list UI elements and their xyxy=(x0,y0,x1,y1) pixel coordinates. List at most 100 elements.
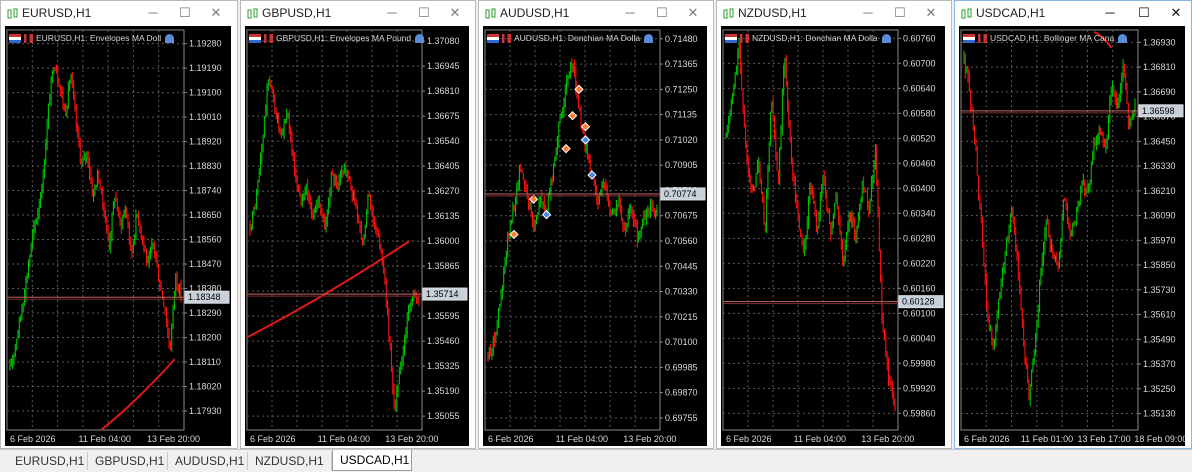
price-label: 1.19190 xyxy=(189,63,222,73)
time-label: 13 Feb 20:00 xyxy=(861,434,914,444)
graduation-cap-icon xyxy=(881,34,891,44)
tab-gbpusd[interactable]: GBPUSD,H1 xyxy=(88,452,168,470)
window-title: USDCAD,H1 xyxy=(976,6,1046,20)
current-price-label: 1.35714 xyxy=(426,289,459,299)
price-label: 1.36690 xyxy=(1143,87,1176,97)
tab-nzdusd[interactable]: NZDUSD,H1 xyxy=(248,452,332,470)
sell-arrow-marker xyxy=(567,111,578,121)
price-label: 0.60460 xyxy=(903,158,936,168)
buy-arrow-marker xyxy=(580,135,591,145)
maximize-button[interactable]: ☐ xyxy=(415,4,433,22)
indicator-caption: USDCAD,H1: Bollinger MA Cana xyxy=(963,32,1128,44)
price-label: 1.18020 xyxy=(189,381,222,391)
price-label: 0.59920 xyxy=(903,383,936,393)
price-label: 1.35055 xyxy=(427,411,460,421)
chart-area[interactable]: 1.369301.368101.366901.365701.364501.363… xyxy=(959,26,1185,446)
price-label: 1.36330 xyxy=(1143,161,1176,171)
price-label: 1.36810 xyxy=(427,86,460,96)
chart-area[interactable]: 0.60760 0.60700 0.60640 0.60580 0.60520 0.604… xyxy=(721,26,945,446)
indicator-caption: NZDUSD,H1: Donchian MA Dolla xyxy=(725,32,891,44)
maximize-button[interactable]: ☐ xyxy=(653,4,671,22)
price-label: 1.18110 xyxy=(189,357,221,367)
price-label: 1.35970 xyxy=(1143,235,1176,245)
tab-audusd[interactable]: AUDUSD,H1 xyxy=(168,452,248,470)
minimize-button[interactable]: ─ xyxy=(621,4,639,22)
sell-arrow-marker xyxy=(561,143,571,154)
graduation-cap-icon xyxy=(165,34,175,44)
minimize-button[interactable]: ─ xyxy=(1101,4,1119,22)
candlestick-icon xyxy=(960,7,973,19)
chart-area[interactable]: 1.19280 1.19190 1.19100 1.19010 1.18920 1.188… xyxy=(5,26,231,446)
title-bar[interactable]: NZDUSD,H1 ─ ☐ ✕ xyxy=(717,1,951,25)
price-label: 1.35850 xyxy=(1143,260,1176,270)
time-label: 13 Feb 20:00 xyxy=(147,434,200,444)
chart-window-eurusd[interactable]: EURUSD,H1 ─ ☐ ✕ 1.19280 1.19190 1.19100 1.1… xyxy=(0,0,238,449)
close-button[interactable]: ✕ xyxy=(684,4,702,22)
price-label: 1.35250 xyxy=(1143,384,1176,394)
price-label: 0.70100 xyxy=(665,337,698,347)
time-label: 6 Feb 2026 xyxy=(964,434,1010,444)
price-label: 0.70675 xyxy=(665,211,698,221)
chart-window-usdcad[interactable]: USDCAD,H1 ─ ☐ ✕ 1.36930 1.36810 1.36690 1.3… xyxy=(954,0,1192,449)
price-label: 1.17930 xyxy=(189,406,222,416)
time-label: 11 Feb 01:00 xyxy=(1021,434,1073,444)
close-button[interactable]: ✕ xyxy=(207,4,225,22)
price-label: 1.18650 xyxy=(189,210,222,220)
title-bar[interactable]: EURUSD,H1 ─ ☐ ✕ xyxy=(1,1,237,25)
price-label: 1.19280 xyxy=(189,39,222,49)
price-label: 1.36405 xyxy=(427,161,460,171)
price-label: 1.36210 xyxy=(1143,186,1176,196)
minimize-button[interactable]: ─ xyxy=(383,4,401,22)
price-chart: 1.369301.368101.366901.365701.364501.363… xyxy=(960,29,1185,444)
current-price-label: 1.18348 xyxy=(188,292,221,302)
chart-window-gbpusd[interactable]: GBPUSD,H1 ─ ☐ ✕ 1.37080 1.36945 1.36810 1.3… xyxy=(240,0,476,449)
flag-icon xyxy=(487,34,499,44)
price-label: 0.71135 xyxy=(665,110,697,120)
chart-window-nzdusd[interactable]: NZDUSD,H1 ─ ☐ ✕ 0.60760 0.60700 0.60640 0.6… xyxy=(716,0,952,449)
flag-icon xyxy=(9,34,21,44)
indicator-caption: AUDUSD,H1: Donchian MA Dolla xyxy=(487,32,654,44)
price-label: 1.35190 xyxy=(427,386,460,396)
price-label: 1.36000 xyxy=(427,236,460,246)
price-chart: 0.71480 0.71365 0.71250 0.71135 0.71020 0.709… xyxy=(484,29,706,444)
price-label: 1.35370 xyxy=(1143,359,1176,369)
price-label: 0.60040 xyxy=(903,333,936,343)
maximize-button[interactable]: ☐ xyxy=(1135,4,1153,22)
time-label: 13 Feb 20:00 xyxy=(385,434,438,444)
minimize-button[interactable]: ─ xyxy=(859,4,877,22)
chart-window-audusd[interactable]: AUDUSD,H1 ─ ☐ ✕ 0.71480 0.71365 0.71250 0.7… xyxy=(478,0,714,449)
price-label: 1.18200 xyxy=(189,332,222,342)
chart-area[interactable]: 0.71480 0.71365 0.71250 0.71135 0.71020 0.709… xyxy=(483,26,707,446)
price-label: 0.70445 xyxy=(665,261,698,271)
title-bar[interactable]: AUDUSD,H1 ─ ☐ ✕ xyxy=(479,1,713,25)
flag-icon xyxy=(249,34,261,44)
tab-usdcad[interactable]: USDCAD,H1 xyxy=(332,450,412,471)
price-label: 1.35595 xyxy=(427,311,460,321)
price-label: 1.36945 xyxy=(427,61,460,71)
time-label: 13 Feb 20:00 xyxy=(623,434,676,444)
price-label: 0.71020 xyxy=(665,135,698,145)
close-button[interactable]: ✕ xyxy=(446,4,464,22)
price-label: 1.18740 xyxy=(189,186,222,196)
sell-arrow-marker xyxy=(509,229,519,240)
indicator-icon xyxy=(264,34,273,44)
tab-eurusd[interactable]: EURUSD,H1 xyxy=(8,452,88,470)
price-label: 0.70905 xyxy=(665,160,698,170)
flag-icon xyxy=(725,34,737,44)
time-label: 11 Feb 04:00 xyxy=(556,434,608,444)
minimize-button[interactable]: ─ xyxy=(144,4,162,22)
title-bar[interactable]: USDCAD,H1 ─ ☐ ✕ xyxy=(955,1,1191,25)
chart-area[interactable]: 1.37080 1.36945 1.36810 1.36675 1.36540 1.364… xyxy=(245,26,469,446)
price-chart: 1.19280 1.19190 1.19100 1.19010 1.18920 1.188… xyxy=(6,29,230,444)
candlestick-icon xyxy=(484,7,497,19)
price-label: 0.60280 xyxy=(903,233,936,243)
price-label: 0.71250 xyxy=(665,84,698,94)
maximize-button[interactable]: ☐ xyxy=(891,4,909,22)
close-button[interactable]: ✕ xyxy=(1167,4,1185,22)
title-bar[interactable]: GBPUSD,H1 ─ ☐ ✕ xyxy=(241,1,475,25)
graduation-cap-icon xyxy=(415,34,425,44)
close-button[interactable]: ✕ xyxy=(922,4,940,22)
current-price-label: 1.36598 xyxy=(1142,106,1175,116)
flag-icon xyxy=(963,34,975,44)
maximize-button[interactable]: ☐ xyxy=(176,4,194,22)
